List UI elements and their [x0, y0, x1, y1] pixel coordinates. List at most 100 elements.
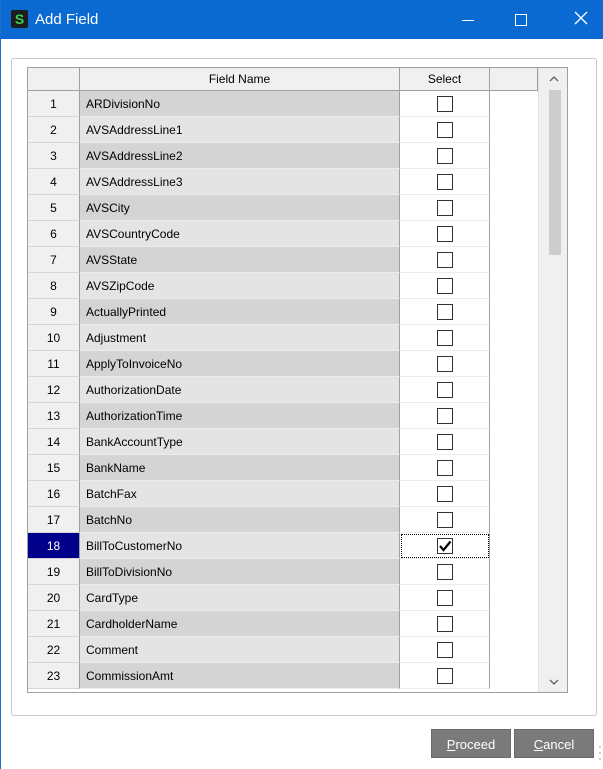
select-checkbox[interactable] [437, 668, 453, 684]
select-checkbox[interactable] [437, 174, 453, 190]
table-row[interactable]: 1 ARDivisionNo [28, 91, 538, 117]
select-checkbox[interactable] [437, 486, 453, 502]
field-name-header[interactable]: Field Name [80, 68, 400, 91]
row-number-cell[interactable]: 16 [28, 481, 80, 507]
select-checkbox[interactable] [437, 122, 453, 138]
row-number-cell[interactable]: 10 [28, 325, 80, 351]
row-number-cell[interactable]: 9 [28, 299, 80, 325]
row-number-cell[interactable]: 5 [28, 195, 80, 221]
select-cell[interactable] [400, 325, 490, 351]
title-bar[interactable]: S Add Field [1, 0, 603, 39]
select-checkbox[interactable] [437, 538, 453, 554]
select-cell[interactable] [400, 91, 490, 117]
select-cell[interactable] [400, 273, 490, 299]
row-number-cell[interactable]: 23 [28, 663, 80, 689]
row-number-cell[interactable]: 6 [28, 221, 80, 247]
select-checkbox[interactable] [437, 278, 453, 294]
table-row[interactable]: 12 AuthorizationDate [28, 377, 538, 403]
table-row[interactable]: 6 AVSCountryCode [28, 221, 538, 247]
row-number-cell[interactable]: 8 [28, 273, 80, 299]
select-cell[interactable] [400, 533, 490, 559]
select-cell[interactable] [400, 377, 490, 403]
select-cell[interactable] [400, 507, 490, 533]
select-checkbox[interactable] [437, 252, 453, 268]
table-row[interactable]: 4 AVSAddressLine3 [28, 169, 538, 195]
select-cell[interactable] [400, 169, 490, 195]
row-number-cell[interactable]: 18 [28, 533, 80, 559]
row-number-cell[interactable]: 11 [28, 351, 80, 377]
row-number-cell[interactable]: 3 [28, 143, 80, 169]
table-row[interactable]: 20 CardType [28, 585, 538, 611]
table-row[interactable]: 16 BatchFax [28, 481, 538, 507]
select-checkbox[interactable] [437, 642, 453, 658]
select-cell[interactable] [400, 403, 490, 429]
chevron-up-icon[interactable] [539, 68, 567, 88]
row-number-cell[interactable]: 22 [28, 637, 80, 663]
minimize-button[interactable] [445, 0, 491, 39]
table-row[interactable]: 18 BillToCustomerNo [28, 533, 538, 559]
select-cell[interactable] [400, 221, 490, 247]
table-row[interactable]: 10 Adjustment [28, 325, 538, 351]
table-row[interactable]: 23 CommissionAmt [28, 663, 538, 689]
select-cell[interactable] [400, 637, 490, 663]
select-cell[interactable] [400, 611, 490, 637]
row-number-cell[interactable]: 1 [28, 91, 80, 117]
select-checkbox[interactable] [437, 382, 453, 398]
select-cell[interactable] [400, 429, 490, 455]
select-checkbox[interactable] [437, 564, 453, 580]
proceed-button[interactable]: Proceed [431, 729, 511, 758]
select-cell[interactable] [400, 585, 490, 611]
select-checkbox[interactable] [437, 148, 453, 164]
row-number-cell[interactable]: 19 [28, 559, 80, 585]
select-checkbox[interactable] [437, 512, 453, 528]
select-cell[interactable] [400, 455, 490, 481]
row-number-cell[interactable]: 20 [28, 585, 80, 611]
table-row[interactable]: 9 ActuallyPrinted [28, 299, 538, 325]
table-row[interactable]: 5 AVSCity [28, 195, 538, 221]
row-number-cell[interactable]: 15 [28, 455, 80, 481]
row-number-cell[interactable]: 13 [28, 403, 80, 429]
cancel-button[interactable]: Cancel [514, 729, 594, 758]
select-checkbox[interactable] [437, 226, 453, 242]
select-checkbox[interactable] [437, 590, 453, 606]
vertical-scrollbar[interactable] [538, 68, 567, 692]
row-number-cell[interactable]: 21 [28, 611, 80, 637]
select-cell[interactable] [400, 117, 490, 143]
close-button[interactable] [558, 0, 603, 39]
select-checkbox[interactable] [437, 356, 453, 372]
row-number-cell[interactable]: 12 [28, 377, 80, 403]
select-checkbox[interactable] [437, 434, 453, 450]
table-row[interactable]: 7 AVSState [28, 247, 538, 273]
select-cell[interactable] [400, 195, 490, 221]
select-checkbox[interactable] [437, 460, 453, 476]
select-checkbox[interactable] [437, 200, 453, 216]
select-cell[interactable] [400, 299, 490, 325]
maximize-button[interactable] [498, 0, 544, 39]
select-cell[interactable] [400, 143, 490, 169]
scrollbar-thumb[interactable] [549, 90, 561, 255]
table-row[interactable]: 17 BatchNo [28, 507, 538, 533]
chevron-down-icon[interactable] [539, 672, 567, 692]
table-row[interactable]: 8 AVSZipCode [28, 273, 538, 299]
table-row[interactable]: 15 BankName [28, 455, 538, 481]
row-number-cell[interactable]: 7 [28, 247, 80, 273]
select-cell[interactable] [400, 351, 490, 377]
table-row[interactable]: 2 AVSAddressLine1 [28, 117, 538, 143]
table-row[interactable]: 11 ApplyToInvoiceNo [28, 351, 538, 377]
select-checkbox[interactable] [437, 408, 453, 424]
table-row[interactable]: 14 BankAccountType [28, 429, 538, 455]
resize-grip-icon[interactable] [593, 743, 602, 763]
select-header[interactable]: Select [400, 68, 490, 91]
select-checkbox[interactable] [437, 616, 453, 632]
table-row[interactable]: 22 Comment [28, 637, 538, 663]
table-row[interactable]: 13 AuthorizationTime [28, 403, 538, 429]
table-row[interactable]: 19 BillToDivisionNo [28, 559, 538, 585]
row-number-cell[interactable]: 4 [28, 169, 80, 195]
select-checkbox[interactable] [437, 304, 453, 320]
select-checkbox[interactable] [437, 330, 453, 346]
select-checkbox[interactable] [437, 96, 453, 112]
select-cell[interactable] [400, 481, 490, 507]
table-row[interactable]: 21 CardholderName [28, 611, 538, 637]
table-row[interactable]: 3 AVSAddressLine2 [28, 143, 538, 169]
select-cell[interactable] [400, 247, 490, 273]
